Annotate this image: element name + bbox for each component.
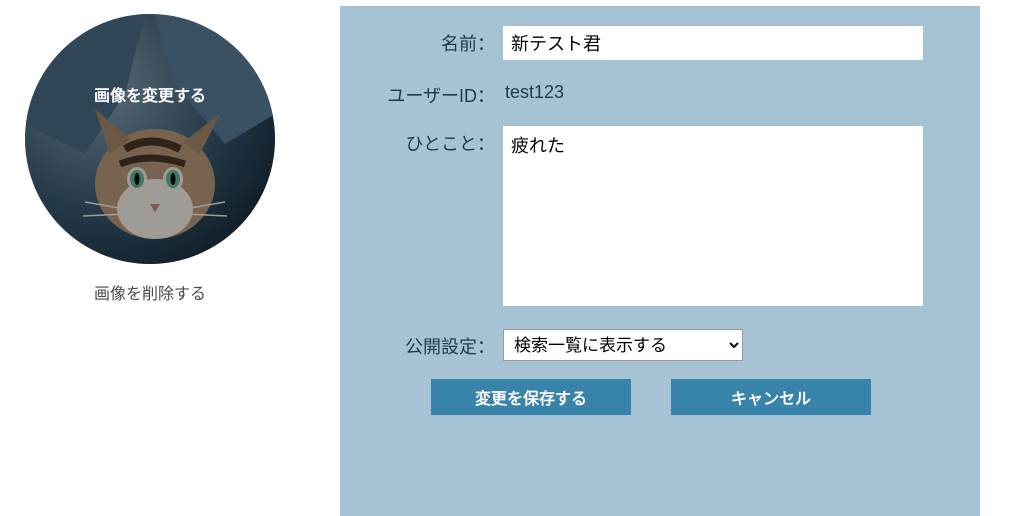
save-button[interactable]: 変更を保存する xyxy=(431,379,631,415)
avatar-change-label: 画像を変更する xyxy=(94,82,206,106)
privacy-label: 公開設定： xyxy=(350,329,495,359)
user-id-value: test123 xyxy=(503,78,952,103)
profile-form-panel: 名前： ユーザーID： test123 ひとこと： 公開設定： 検索一覧に表示す… xyxy=(340,6,980,516)
user-id-label: ユーザーID： xyxy=(350,78,495,108)
name-label: 名前： xyxy=(350,26,495,56)
bio-label: ひとこと： xyxy=(350,126,495,156)
name-row: 名前： xyxy=(350,26,952,60)
avatar-column: 画像を変更する 画像を削除する xyxy=(0,6,300,516)
button-row: 変更を保存する キャンセル xyxy=(350,379,952,415)
cancel-button[interactable]: キャンセル xyxy=(671,379,871,415)
user-id-row: ユーザーID： test123 xyxy=(350,78,952,108)
bio-row: ひとこと： xyxy=(350,126,952,311)
avatar-overlay: 画像を変更する xyxy=(25,14,275,264)
avatar-change-area[interactable]: 画像を変更する xyxy=(25,14,275,264)
bio-textarea[interactable] xyxy=(503,126,923,306)
privacy-row: 公開設定： 検索一覧に表示する xyxy=(350,329,952,361)
privacy-select[interactable]: 検索一覧に表示する xyxy=(503,329,743,361)
avatar-delete-link[interactable]: 画像を削除する xyxy=(94,280,206,304)
name-input[interactable] xyxy=(503,26,923,60)
